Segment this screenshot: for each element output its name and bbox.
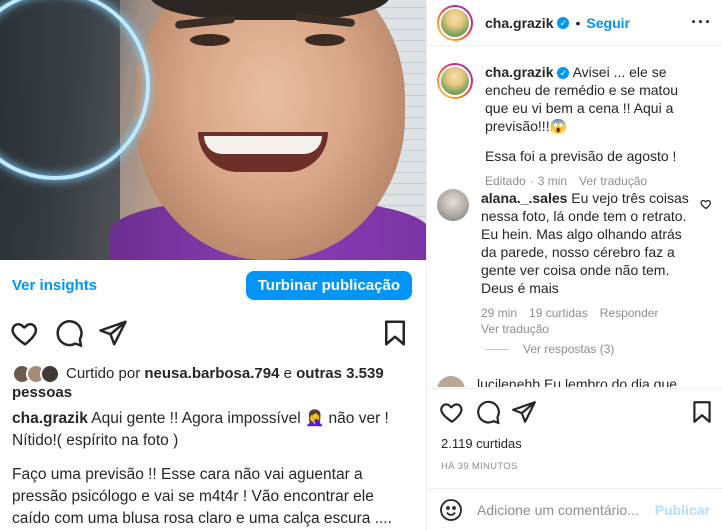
view-insights-link[interactable]: Ver insights — [12, 277, 97, 294]
post-side-panel: cha.grazik ✓ • Seguir ··· cha.grazik ✓ Av… — [427, 0, 722, 530]
liked-avatars — [12, 364, 62, 384]
follow-button[interactable]: Seguir — [586, 15, 630, 31]
partial-comment-text: lucilenehb Eu lembro do dia que — [477, 376, 678, 387]
post-time-ago[interactable]: HÁ 39 MINUTOS — [441, 461, 518, 472]
post-action-bar — [427, 388, 722, 434]
view-replies-label: Ver respostas (3) — [523, 342, 615, 356]
insights-row: Ver insights Turbinar publicação — [0, 261, 426, 309]
view-replies-link[interactable]: Ver respostas (3) — [485, 342, 614, 356]
photo-smile — [198, 132, 328, 172]
save-bookmark-icon[interactable] — [380, 318, 410, 348]
photo-eye-right — [305, 34, 345, 46]
caption-meta: Editado · 3 min Ver tradução — [485, 173, 705, 189]
glowing-circle-highlight — [0, 0, 150, 180]
shared-screenshot: Ver insights Turbinar publicação Curtido — [0, 0, 426, 530]
caption-separator: · — [529, 174, 534, 188]
likes-count[interactable]: 2.119 curtidas — [441, 436, 522, 451]
add-comment-bar: Publicar — [427, 488, 722, 530]
liked-by-and: e — [279, 364, 297, 382]
share-icon[interactable] — [98, 318, 128, 348]
photo-eye-left — [190, 34, 230, 46]
like-heart-icon[interactable] — [439, 399, 465, 425]
left-caption-prediction: Faço uma previsão !! Esse cara não vai a… — [12, 466, 392, 527]
send-share-icon[interactable] — [511, 399, 537, 425]
bookmark-icon[interactable] — [689, 399, 715, 425]
comment-reply[interactable]: Responder — [600, 306, 659, 320]
comments-list[interactable]: cha.grazik ✓ Avisei ... ele se encheu de … — [427, 47, 722, 387]
caption-avatar[interactable] — [437, 63, 473, 99]
caption-edited-label: Editado — [485, 174, 526, 188]
comment-time[interactable]: 29 min — [481, 306, 517, 320]
caption-comment: cha.grazik ✓ Avisei ... ele se encheu de … — [437, 63, 712, 189]
more-options-icon[interactable]: ··· — [691, 12, 712, 33]
left-caption-username[interactable]: cha.grazik — [12, 410, 88, 427]
comment-likes[interactable]: 19 curtidas — [529, 306, 588, 320]
caption-translate[interactable]: Ver tradução — [579, 174, 647, 188]
verified-badge-icon: ✓ — [557, 16, 570, 29]
comment-icon[interactable] — [54, 318, 84, 348]
author-avatar[interactable] — [437, 4, 473, 41]
emoji-smiley-icon[interactable] — [439, 498, 463, 522]
liked-by-row: Curtido por neusa.barbosa.794 e outras 3… — [12, 364, 412, 402]
author-username[interactable]: cha.grazik — [485, 15, 553, 31]
add-comment-input[interactable] — [477, 501, 647, 518]
post-photo — [0, 0, 426, 260]
caption-username[interactable]: cha.grazik — [485, 64, 553, 80]
comment-item: alana._.sales Eu vejo três coisas nessa … — [437, 189, 712, 337]
comment-translate-row: Ver tradução — [481, 321, 701, 337]
partial-comment-avatar — [437, 376, 465, 387]
comment-bubble-icon[interactable] — [475, 399, 501, 425]
replies-line — [485, 348, 509, 350]
caption-text-2: Essa foi a previsão de agosto ! — [485, 148, 677, 164]
partially-visible-comment: lucilenehb Eu lembro do dia que — [437, 376, 712, 387]
liked-by-user[interactable]: neusa.barbosa.794 — [144, 365, 279, 382]
comment-translate[interactable]: Ver tradução — [481, 322, 549, 336]
comment-like-heart-icon[interactable] — [700, 198, 712, 210]
publish-comment-button[interactable]: Publicar — [655, 502, 710, 518]
caption-verified-icon: ✓ — [557, 67, 570, 80]
boost-post-button[interactable]: Turbinar publicação — [245, 270, 412, 300]
post-header: cha.grazik ✓ • Seguir ··· — [427, 0, 722, 46]
header-separator: • — [575, 14, 581, 31]
left-caption: cha.grazik Aqui gente !! Agora impossíve… — [12, 408, 412, 530]
comment-meta: 29 min 19 curtidas Responder — [481, 305, 701, 321]
comment-username[interactable]: alana._.sales — [481, 190, 567, 206]
heart-icon[interactable] — [10, 318, 40, 348]
left-action-bar — [0, 318, 426, 354]
caption-time[interactable]: 3 min — [538, 174, 567, 188]
comment-avatar[interactable] — [437, 189, 469, 221]
liked-by-prefix: Curtido por — [66, 364, 145, 382]
